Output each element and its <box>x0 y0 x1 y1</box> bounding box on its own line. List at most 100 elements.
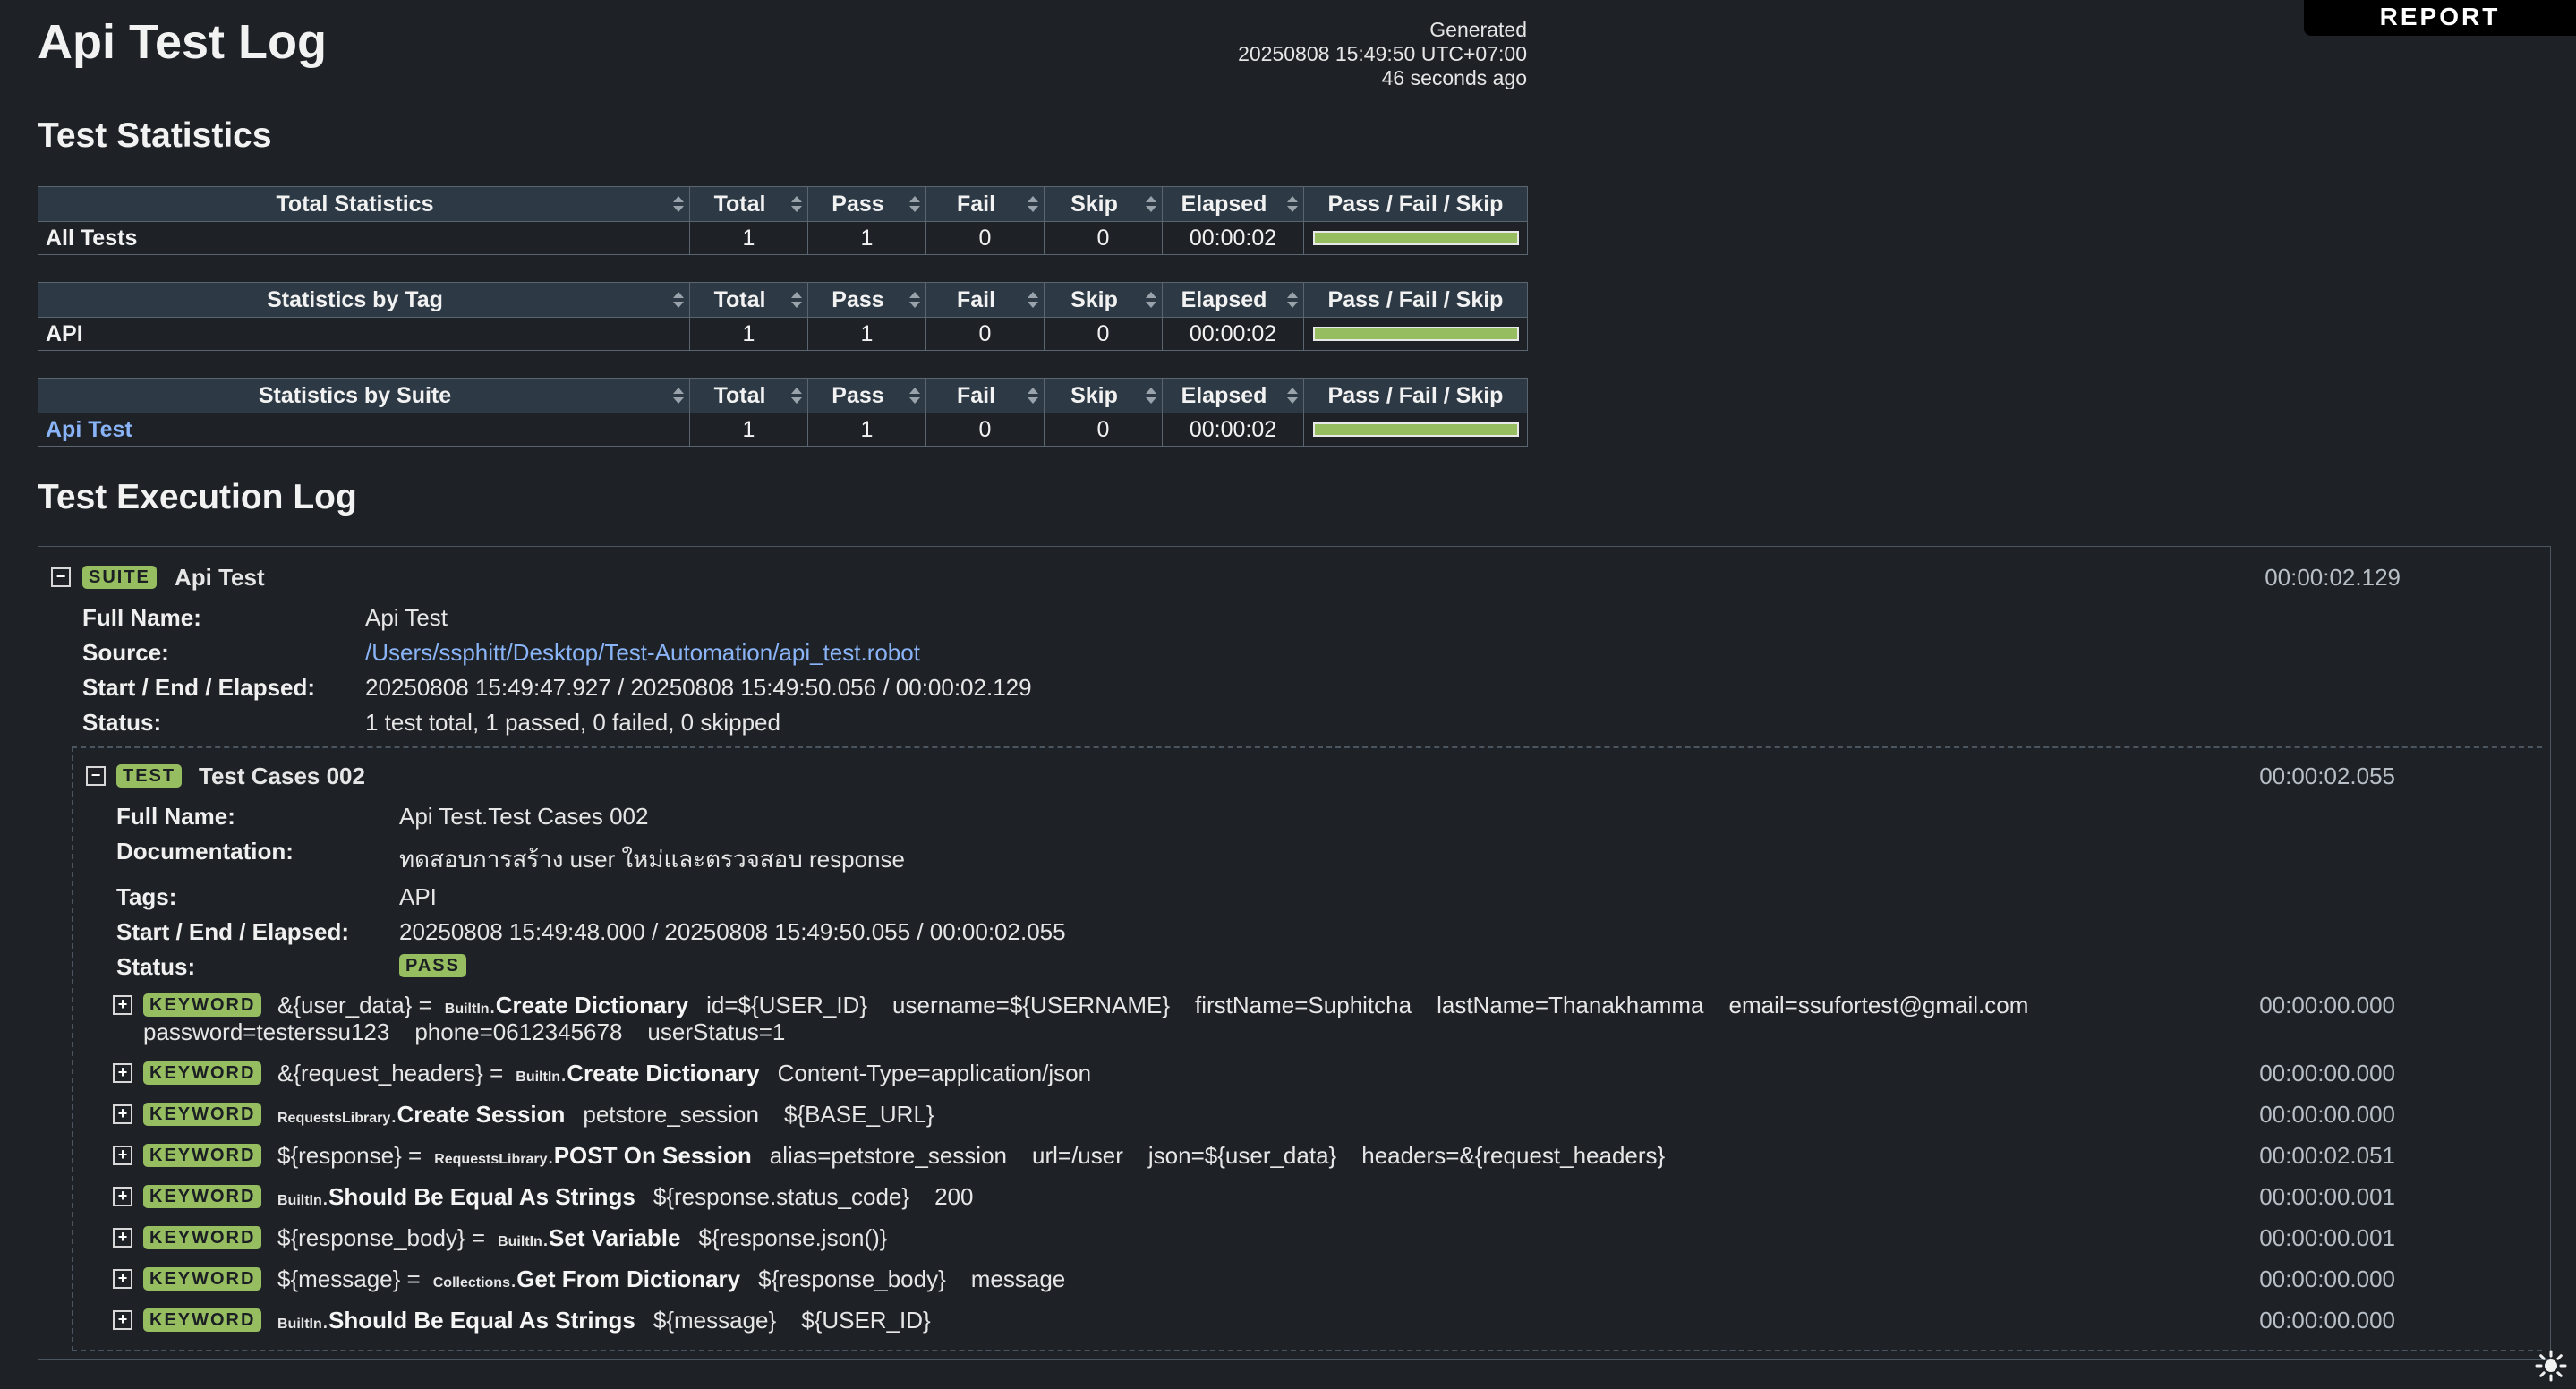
stat-graph <box>1303 317 1528 351</box>
table-row: All Tests 1 1 0 0 00:00:02 <box>38 221 1528 255</box>
keyword-separator: . <box>489 992 496 1018</box>
keyword-expand-toggle[interactable]: + <box>113 1310 132 1330</box>
suite-source-link[interactable]: /Users/ssphitt/Desktop/Test-Automation/a… <box>365 639 920 667</box>
column-header[interactable]: Pass <box>807 282 926 318</box>
keyword-expand-toggle[interactable]: + <box>113 995 132 1015</box>
theme-toggle-icon[interactable] <box>2533 1348 2569 1384</box>
keyword-library: RequestsLibrary <box>277 1111 391 1126</box>
keyword-argument: lastName=Thanakhamma <box>1437 992 1704 1018</box>
suite-collapse-toggle[interactable]: − <box>51 567 71 587</box>
keyword-expand-toggle[interactable]: + <box>113 1228 132 1248</box>
keyword-assign: ${response} = <box>277 1142 422 1169</box>
sort-icon <box>1287 387 1298 405</box>
pass-bar <box>1312 327 1519 341</box>
column-header[interactable]: Skip <box>1044 186 1163 222</box>
sort-icon <box>791 195 802 213</box>
keyword-argument: headers=&{request_headers} <box>1361 1142 1666 1169</box>
keyword-elapsed: 00:00:00.000 <box>2259 1060 2395 1086</box>
keyword-library: BuiltIn <box>444 1001 490 1017</box>
test-times-label: Start / End / Elapsed: <box>116 918 350 945</box>
keyword-label: KEYWORD <box>143 1267 262 1291</box>
keyword-name: Create Session <box>397 1101 566 1128</box>
keyword-row[interactable]: ${response} = RequestsLibrary.POST On Ses… <box>277 1142 1665 1170</box>
stat-name: API <box>38 317 690 351</box>
column-header[interactable]: Skip <box>1044 282 1163 318</box>
keyword-argument: ${response_body} <box>758 1265 946 1292</box>
column-header[interactable]: Pass <box>807 186 926 222</box>
keyword-argument: ${USER_ID} <box>801 1307 931 1334</box>
column-header[interactable]: Pass <box>807 378 926 413</box>
keyword-argument: id=${USER_ID} <box>706 992 868 1018</box>
keyword-argument: email=ssufortest@gmail.com <box>1728 992 2029 1018</box>
stat-fail: 0 <box>925 221 1045 255</box>
keyword-expand-toggle[interactable]: + <box>113 1104 132 1124</box>
column-header[interactable]: Fail <box>925 378 1045 413</box>
stat-elapsed: 00:00:02 <box>1162 317 1304 351</box>
keyword-expand-toggle[interactable]: + <box>113 1063 132 1083</box>
column-header[interactable]: Total <box>689 186 808 222</box>
stat-name[interactable]: Api Test <box>38 413 690 447</box>
stat-skip: 0 <box>1044 221 1163 255</box>
column-header-name[interactable]: Statistics by Suite <box>38 378 690 413</box>
column-header-name[interactable]: Total Statistics <box>38 186 690 222</box>
keyword-assign: &{user_data} = <box>277 992 432 1018</box>
keyword-label: KEYWORD <box>143 1061 262 1085</box>
test-full-name-label: Full Name: <box>116 803 235 830</box>
keyword-elapsed: 00:00:00.001 <box>2259 1224 2395 1251</box>
keyword-row[interactable]: &{user_data} = BuiltIn.Create Dictionary i… <box>277 992 2028 1019</box>
keyword-row[interactable]: ${response_body} = BuiltIn.Set Variable ${… <box>277 1224 888 1252</box>
suite-label: SUITE <box>82 566 157 589</box>
column-header[interactable]: Total <box>689 378 808 413</box>
report-tab[interactable]: REPORT <box>2304 0 2576 36</box>
suite-times: 20250808 15:49:47.927 / 20250808 15:49:5… <box>365 674 1032 701</box>
suite-full-name: Api Test <box>365 604 448 631</box>
column-header-name[interactable]: Statistics by Tag <box>38 282 690 318</box>
keyword-argument: ${message} <box>653 1307 777 1334</box>
column-header[interactable]: Elapsed <box>1162 378 1304 413</box>
keyword-label: KEYWORD <box>143 1103 262 1126</box>
test-documentation: ทดสอบการสร้าง user ใหม่และตรวจสอบ respon… <box>399 846 905 873</box>
sort-icon <box>1146 195 1156 213</box>
generated-ago: 46 seconds ago <box>1381 66 1527 89</box>
keyword-row[interactable]: RequestsLibrary.Create Session petstore_s… <box>277 1101 934 1129</box>
test-collapse-toggle[interactable]: − <box>86 766 106 786</box>
keyword-expand-toggle[interactable]: + <box>113 1146 132 1165</box>
keyword-row[interactable]: &{request_headers} = BuiltIn.Create Dicti… <box>277 1060 1091 1087</box>
statistics-table: Total Statistics Total Pass Fail Skip Elapsed… <box>38 186 1528 255</box>
suite-status-label: Status: <box>82 709 162 736</box>
keyword-separator: . <box>321 1307 328 1334</box>
keyword-row[interactable]: ${message} = Collections.Get From Diction… <box>277 1265 1065 1293</box>
table-row: Api Test 1 1 0 0 00:00:02 <box>38 413 1528 447</box>
suite-status: 1 test total, 1 passed, 0 failed, 0 skip… <box>365 709 780 736</box>
sort-icon <box>1146 291 1156 309</box>
column-header[interactable]: Elapsed <box>1162 282 1304 318</box>
keyword-expand-toggle[interactable]: + <box>113 1187 132 1206</box>
column-header[interactable]: Fail <box>925 282 1045 318</box>
keyword-row-continued: password=testerssu123 phone=0612345678 use… <box>143 1018 785 1046</box>
stat-pass: 1 <box>807 221 926 255</box>
keyword-library: RequestsLibrary <box>434 1152 548 1167</box>
keyword-elapsed: 00:00:00.001 <box>2259 1183 2395 1210</box>
test-name[interactable]: Test Cases 002 <box>199 763 365 790</box>
column-header: Pass / Fail / Skip <box>1303 282 1528 318</box>
keyword-argument: ${response.status_code} <box>653 1183 910 1210</box>
column-header[interactable]: Fail <box>925 186 1045 222</box>
column-header[interactable]: Skip <box>1044 378 1163 413</box>
sort-icon <box>909 195 920 213</box>
keyword-row[interactable]: BuiltIn.Should Be Equal As Strings ${mess… <box>277 1307 931 1334</box>
test-tags: API <box>399 883 437 910</box>
test-elapsed: 00:00:02.055 <box>2259 763 2395 789</box>
keyword-expand-toggle[interactable]: + <box>113 1269 132 1289</box>
keyword-row[interactable]: BuiltIn.Should Be Equal As Strings ${resp… <box>277 1183 973 1211</box>
table-row: API 1 1 0 0 00:00:02 <box>38 317 1528 351</box>
keyword-argument: message <box>970 1265 1066 1292</box>
column-header[interactable]: Elapsed <box>1162 186 1304 222</box>
keyword-argument: 200 <box>934 1183 974 1210</box>
sort-icon <box>673 387 684 405</box>
column-header[interactable]: Total <box>689 282 808 318</box>
suite-name[interactable]: Api Test <box>175 564 265 592</box>
sort-icon <box>673 195 684 213</box>
keyword-name: Should Be Equal As Strings <box>328 1307 635 1334</box>
stat-graph <box>1303 221 1528 255</box>
keyword-argument: firstName=Suphitcha <box>1195 992 1412 1018</box>
